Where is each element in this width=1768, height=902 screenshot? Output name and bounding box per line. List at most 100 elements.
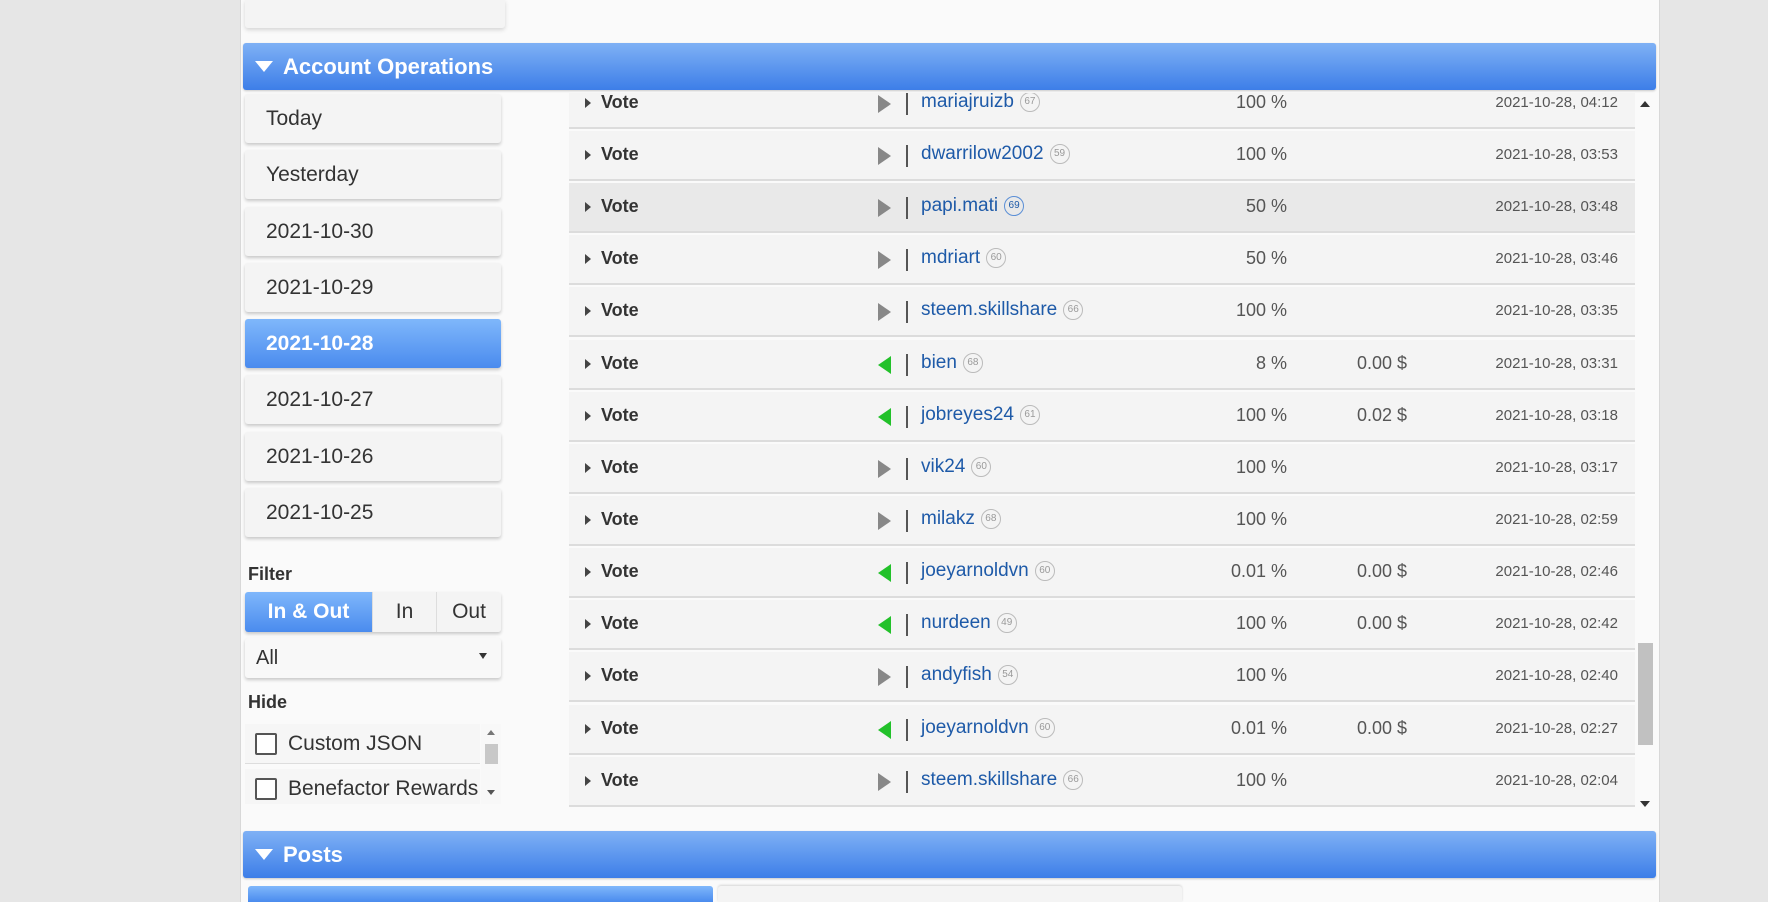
vote-value: 0.00 $ xyxy=(1356,718,1407,738)
username[interactable]: steem.skillshare xyxy=(921,299,1057,321)
user-link[interactable]: nurdeen 49 xyxy=(921,612,1017,634)
operation-row[interactable]: Vote papi.mati 69 50 % 2021-10-28, 03:48 xyxy=(569,183,1635,233)
expand-arrow-icon[interactable] xyxy=(585,724,591,734)
username[interactable]: joeyarnoldvn xyxy=(921,560,1029,582)
date-item-yesterday[interactable]: Yesterday xyxy=(245,150,501,199)
date-item[interactable]: 2021-10-25 xyxy=(245,488,501,537)
expand-arrow-icon[interactable] xyxy=(585,150,591,160)
expand-arrow-icon[interactable] xyxy=(585,98,591,108)
vote-percent: 50 % xyxy=(1245,196,1287,216)
filter-out-button[interactable]: Out xyxy=(437,592,501,632)
date-item[interactable]: 2021-10-30 xyxy=(245,207,501,256)
username[interactable]: papi.mati xyxy=(921,195,998,217)
scroll-down-icon[interactable] xyxy=(1640,801,1650,807)
date-item[interactable]: 2021-10-26 xyxy=(245,432,501,481)
username[interactable]: mariajruizb xyxy=(921,93,1014,113)
posts-tab-active[interactable] xyxy=(248,886,713,902)
operation-row[interactable]: Vote joeyarnoldvn 60 0.01 % 0.00 $ 2021-10-28… xyxy=(569,548,1635,598)
username[interactable]: dwarrilow2002 xyxy=(921,143,1044,165)
scrollbar-thumb[interactable] xyxy=(1638,643,1653,745)
posts-tab[interactable] xyxy=(718,886,1182,902)
user-link[interactable]: steem.skillshare 66 xyxy=(921,299,1084,321)
operation-type: Vote xyxy=(601,405,639,425)
username[interactable]: mdriart xyxy=(921,247,980,269)
expand-arrow-icon[interactable] xyxy=(585,515,591,525)
date-item-selected[interactable]: 2021-10-28 xyxy=(245,319,501,368)
user-link[interactable]: joeyarnoldvn 60 xyxy=(921,560,1055,582)
scrollbar-thumb[interactable] xyxy=(485,744,498,764)
operation-row[interactable]: Vote andyfish 54 100 % 2021-10-28, 02:40 xyxy=(569,652,1635,702)
operation-type: Vote xyxy=(601,300,639,320)
separator xyxy=(906,719,908,741)
operation-row[interactable]: Vote jobreyes24 61 100 % 0.02 $ 2021-10-28, 0… xyxy=(569,392,1635,442)
operation-row[interactable]: Vote mariajruizb 67 100 % 2021-10-28, 04:12 xyxy=(569,93,1635,129)
hide-custom-json-checkbox[interactable]: Custom JSON xyxy=(245,724,480,764)
filter-in-button[interactable]: In xyxy=(373,592,437,632)
username[interactable]: bien xyxy=(921,352,957,374)
separator xyxy=(906,145,908,167)
username[interactable]: nurdeen xyxy=(921,612,991,634)
username[interactable]: steem.skillshare xyxy=(921,769,1057,791)
expand-arrow-icon[interactable] xyxy=(585,254,591,264)
user-link[interactable]: joeyarnoldvn 60 xyxy=(921,717,1055,739)
date-item-today[interactable]: Today xyxy=(245,94,501,143)
expand-arrow-icon[interactable] xyxy=(585,359,591,369)
operations-scrollbar[interactable] xyxy=(1635,93,1655,816)
expand-arrow-icon[interactable] xyxy=(585,619,591,629)
date-item[interactable]: 2021-10-27 xyxy=(245,375,501,424)
operation-row[interactable]: Vote bien 68 8 % 0.00 $ 2021-10-28, 03:31 xyxy=(569,340,1635,390)
operation-row[interactable]: Vote mdriart 60 50 % 2021-10-28, 03:46 xyxy=(569,235,1635,285)
operation-type-select[interactable]: All xyxy=(245,638,501,678)
incoming-arrow-icon xyxy=(878,408,891,426)
scroll-up-icon[interactable] xyxy=(1640,101,1650,107)
expand-arrow-icon[interactable] xyxy=(585,306,591,316)
vote-percent: 100 % xyxy=(1235,405,1287,425)
separator xyxy=(906,614,908,636)
separator xyxy=(906,458,908,480)
user-link[interactable]: vik24 60 xyxy=(921,456,992,478)
username[interactable]: milakz xyxy=(921,508,975,530)
user-link[interactable]: jobreyes24 61 xyxy=(921,404,1040,426)
expand-arrow-icon[interactable] xyxy=(585,567,591,577)
expand-arrow-icon[interactable] xyxy=(585,671,591,681)
hide-benefactor-rewards-checkbox[interactable]: Benefactor Rewards xyxy=(245,769,480,804)
vote-percent: 0.01 % xyxy=(1230,718,1287,738)
expand-arrow-icon[interactable] xyxy=(585,776,591,786)
hide-list-scrollbar[interactable] xyxy=(481,724,501,804)
reputation-badge: 60 xyxy=(986,248,1007,268)
user-link[interactable]: bien 68 xyxy=(921,352,983,374)
user-link[interactable]: mariajruizb 67 xyxy=(921,93,1040,113)
operation-row[interactable]: Vote milakz 68 100 % 2021-10-28, 02:59 xyxy=(569,496,1635,546)
operation-row[interactable]: Vote vik24 60 100 % 2021-10-28, 03:17 xyxy=(569,444,1635,494)
operation-row[interactable]: Vote steem.skillshare 66 100 % 2021-10-28, 0… xyxy=(569,757,1635,807)
scroll-down-icon[interactable] xyxy=(487,790,495,795)
scroll-up-icon[interactable] xyxy=(487,730,495,735)
separator xyxy=(906,510,908,532)
filter-in-out-button[interactable]: In & Out xyxy=(245,592,373,632)
operation-type: Vote xyxy=(601,457,639,477)
expand-arrow-icon[interactable] xyxy=(585,411,591,421)
expand-arrow-icon[interactable] xyxy=(585,202,591,212)
operation-type: Vote xyxy=(601,353,639,373)
date-item[interactable]: 2021-10-29 xyxy=(245,263,501,312)
user-link[interactable]: andyfish 54 xyxy=(921,664,1018,686)
user-link[interactable]: milakz 68 xyxy=(921,508,1001,530)
operation-row[interactable]: Vote nurdeen 49 100 % 0.00 $ 2021-10-28, 02:4… xyxy=(569,600,1635,650)
operation-row[interactable]: Vote dwarrilow2002 59 100 % 2021-10-28, 03:5… xyxy=(569,131,1635,181)
user-link[interactable]: steem.skillshare 66 xyxy=(921,769,1084,791)
username[interactable]: andyfish xyxy=(921,664,992,686)
operation-row[interactable]: Vote steem.skillshare 66 100 % 2021-10-28, 0… xyxy=(569,287,1635,337)
username[interactable]: joeyarnoldvn xyxy=(921,717,1029,739)
user-link[interactable]: dwarrilow2002 59 xyxy=(921,143,1070,165)
vote-percent: 100 % xyxy=(1235,509,1287,529)
posts-header[interactable]: Posts xyxy=(243,831,1656,878)
operation-row[interactable]: Vote joeyarnoldvn 60 0.01 % 0.00 $ 2021-10-28… xyxy=(569,705,1635,755)
username[interactable]: jobreyes24 xyxy=(921,404,1014,426)
user-link[interactable]: papi.mati 69 xyxy=(921,195,1025,217)
hide-label: Hide xyxy=(248,692,288,712)
username[interactable]: vik24 xyxy=(921,456,965,478)
user-link[interactable]: mdriart 60 xyxy=(921,247,1007,269)
account-operations-header[interactable]: Account Operations xyxy=(243,43,1656,90)
hide-options-list: Custom JSON Benefactor Rewards xyxy=(245,724,501,804)
expand-arrow-icon[interactable] xyxy=(585,463,591,473)
